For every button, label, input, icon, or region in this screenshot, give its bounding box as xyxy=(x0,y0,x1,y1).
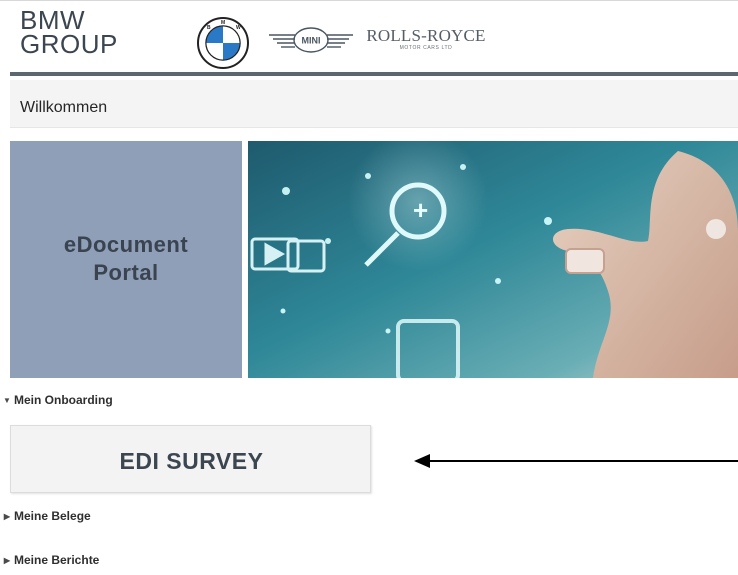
nav-item-berichte-label: Meine Berichte xyxy=(14,553,100,567)
caret-right-icon: ▶ xyxy=(3,555,11,565)
plus-glyph: + xyxy=(413,195,428,225)
nav-item-onboarding[interactable]: ▼ Mein Onboarding xyxy=(0,393,113,407)
nav-item-belege[interactable]: ▶ Meine Belege xyxy=(0,509,91,523)
mini-logo[interactable]: MINI xyxy=(265,25,357,55)
hero-title-line2: Portal xyxy=(93,260,159,285)
welcome-title: Willkommen xyxy=(20,99,108,116)
edi-survey-button[interactable]: EDI SURVEY xyxy=(10,425,371,493)
mini-logo-text: MINI xyxy=(302,36,321,46)
hero-title: eDocument Portal xyxy=(10,231,242,287)
nav-item-berichte[interactable]: ▶ Meine Berichte xyxy=(0,553,99,567)
rolls-royce-subtitle: MOTOR CARS LTD xyxy=(399,45,453,51)
top-header: BMW GROUP B M W MINI ROLLS-ROYCE MOTOR C… xyxy=(0,0,738,76)
fingertip-card-glyph xyxy=(565,248,605,274)
bmw-group-logo[interactable]: BMW GROUP xyxy=(20,7,118,59)
caret-down-icon: ▼ xyxy=(3,395,11,405)
bmw-letter-b: B xyxy=(207,25,211,31)
bmw-roundel-logo[interactable]: B M W xyxy=(196,16,250,70)
hero-title-line1: eDocument xyxy=(63,232,189,257)
caret-right-icon: ▶ xyxy=(3,511,11,521)
hero-title-panel: eDocument Portal xyxy=(10,141,242,378)
rolls-royce-name: ROLLS-ROYCE xyxy=(366,26,486,45)
header-divider xyxy=(10,72,738,76)
bmw-letter-m: M xyxy=(221,20,225,26)
edi-survey-label: EDI SURVEY xyxy=(119,448,264,474)
welcome-bar: Willkommen xyxy=(10,80,738,128)
hero-banner-image: + xyxy=(248,141,738,378)
bmw-letter-w: W xyxy=(236,25,241,31)
nav-item-onboarding-label: Mein Onboarding xyxy=(14,393,113,407)
rolls-royce-logo[interactable]: ROLLS-ROYCE MOTOR CARS LTD xyxy=(366,26,486,58)
group-logo-line2: GROUP xyxy=(20,29,118,59)
nav-item-belege-label: Meine Belege xyxy=(14,509,91,523)
arrow-left-icon xyxy=(414,454,738,468)
